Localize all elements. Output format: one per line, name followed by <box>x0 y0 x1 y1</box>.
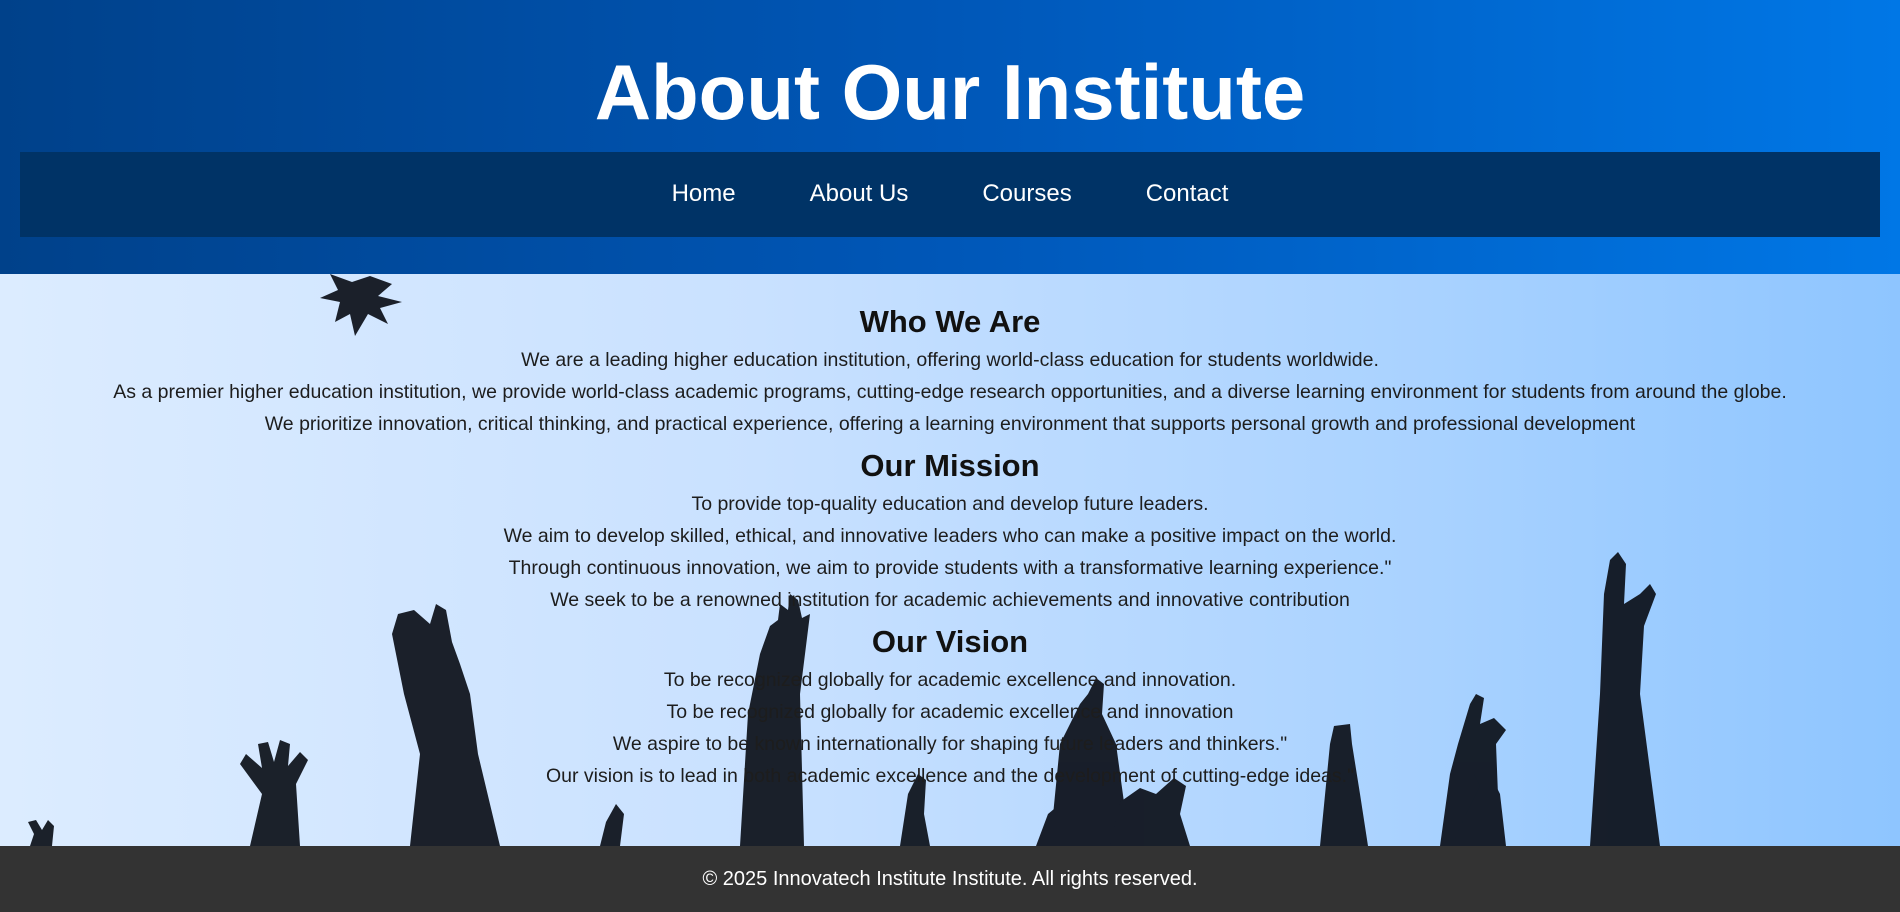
section-our-vision: Our Vision To be recognized globally for… <box>0 624 1900 792</box>
who-paragraph: We are a leading higher education instit… <box>521 349 1379 371</box>
mission-paragraph: We aim to develop skilled, ethical, and … <box>503 525 1397 547</box>
vision-paragraph: Our vision is to lead in both academic e… <box>546 765 1354 787</box>
main-content: Who We Are We are a leading higher educa… <box>0 274 1900 846</box>
who-paragraph: As a premier higher education institutio… <box>113 381 1787 403</box>
footer-copyright: © 2025 Innovatech Institute Institute. A… <box>702 867 1198 890</box>
section-who-we-are: Who We Are We are a leading higher educa… <box>0 304 1900 440</box>
nav-link-courses[interactable]: Courses <box>982 179 1071 209</box>
site-footer: © 2025 Innovatech Institute Institute. A… <box>0 846 1900 912</box>
site-header: About Our Institute Home About Us Course… <box>0 0 1900 274</box>
section-heading-who-we-are: Who We Are <box>859 304 1041 339</box>
nav-link-home[interactable]: Home <box>672 179 736 209</box>
page-title: About Our Institute <box>594 48 1306 136</box>
section-our-mission: Our Mission To provide top-quality educa… <box>0 448 1900 616</box>
vision-paragraph: To be recognized globally for academic e… <box>666 701 1234 723</box>
nav-link-contact[interactable]: Contact <box>1146 179 1229 209</box>
vision-paragraph: To be recognized globally for academic e… <box>663 669 1237 691</box>
mission-paragraph: We seek to be a renowned institution for… <box>550 589 1350 611</box>
nav-link-about-us[interactable]: About Us <box>810 179 909 209</box>
mission-paragraph: Through continuous innovation, we aim to… <box>508 557 1392 579</box>
vision-paragraph: We aspire to be known internationally fo… <box>612 733 1288 755</box>
who-paragraph: We prioritize innovation, critical think… <box>264 413 1636 435</box>
section-heading-our-mission: Our Mission <box>860 448 1040 483</box>
section-heading-our-vision: Our Vision <box>871 624 1029 659</box>
mission-paragraph: To provide top-quality education and dev… <box>691 493 1209 515</box>
main-nav: Home About Us Courses Contact <box>20 152 1880 237</box>
